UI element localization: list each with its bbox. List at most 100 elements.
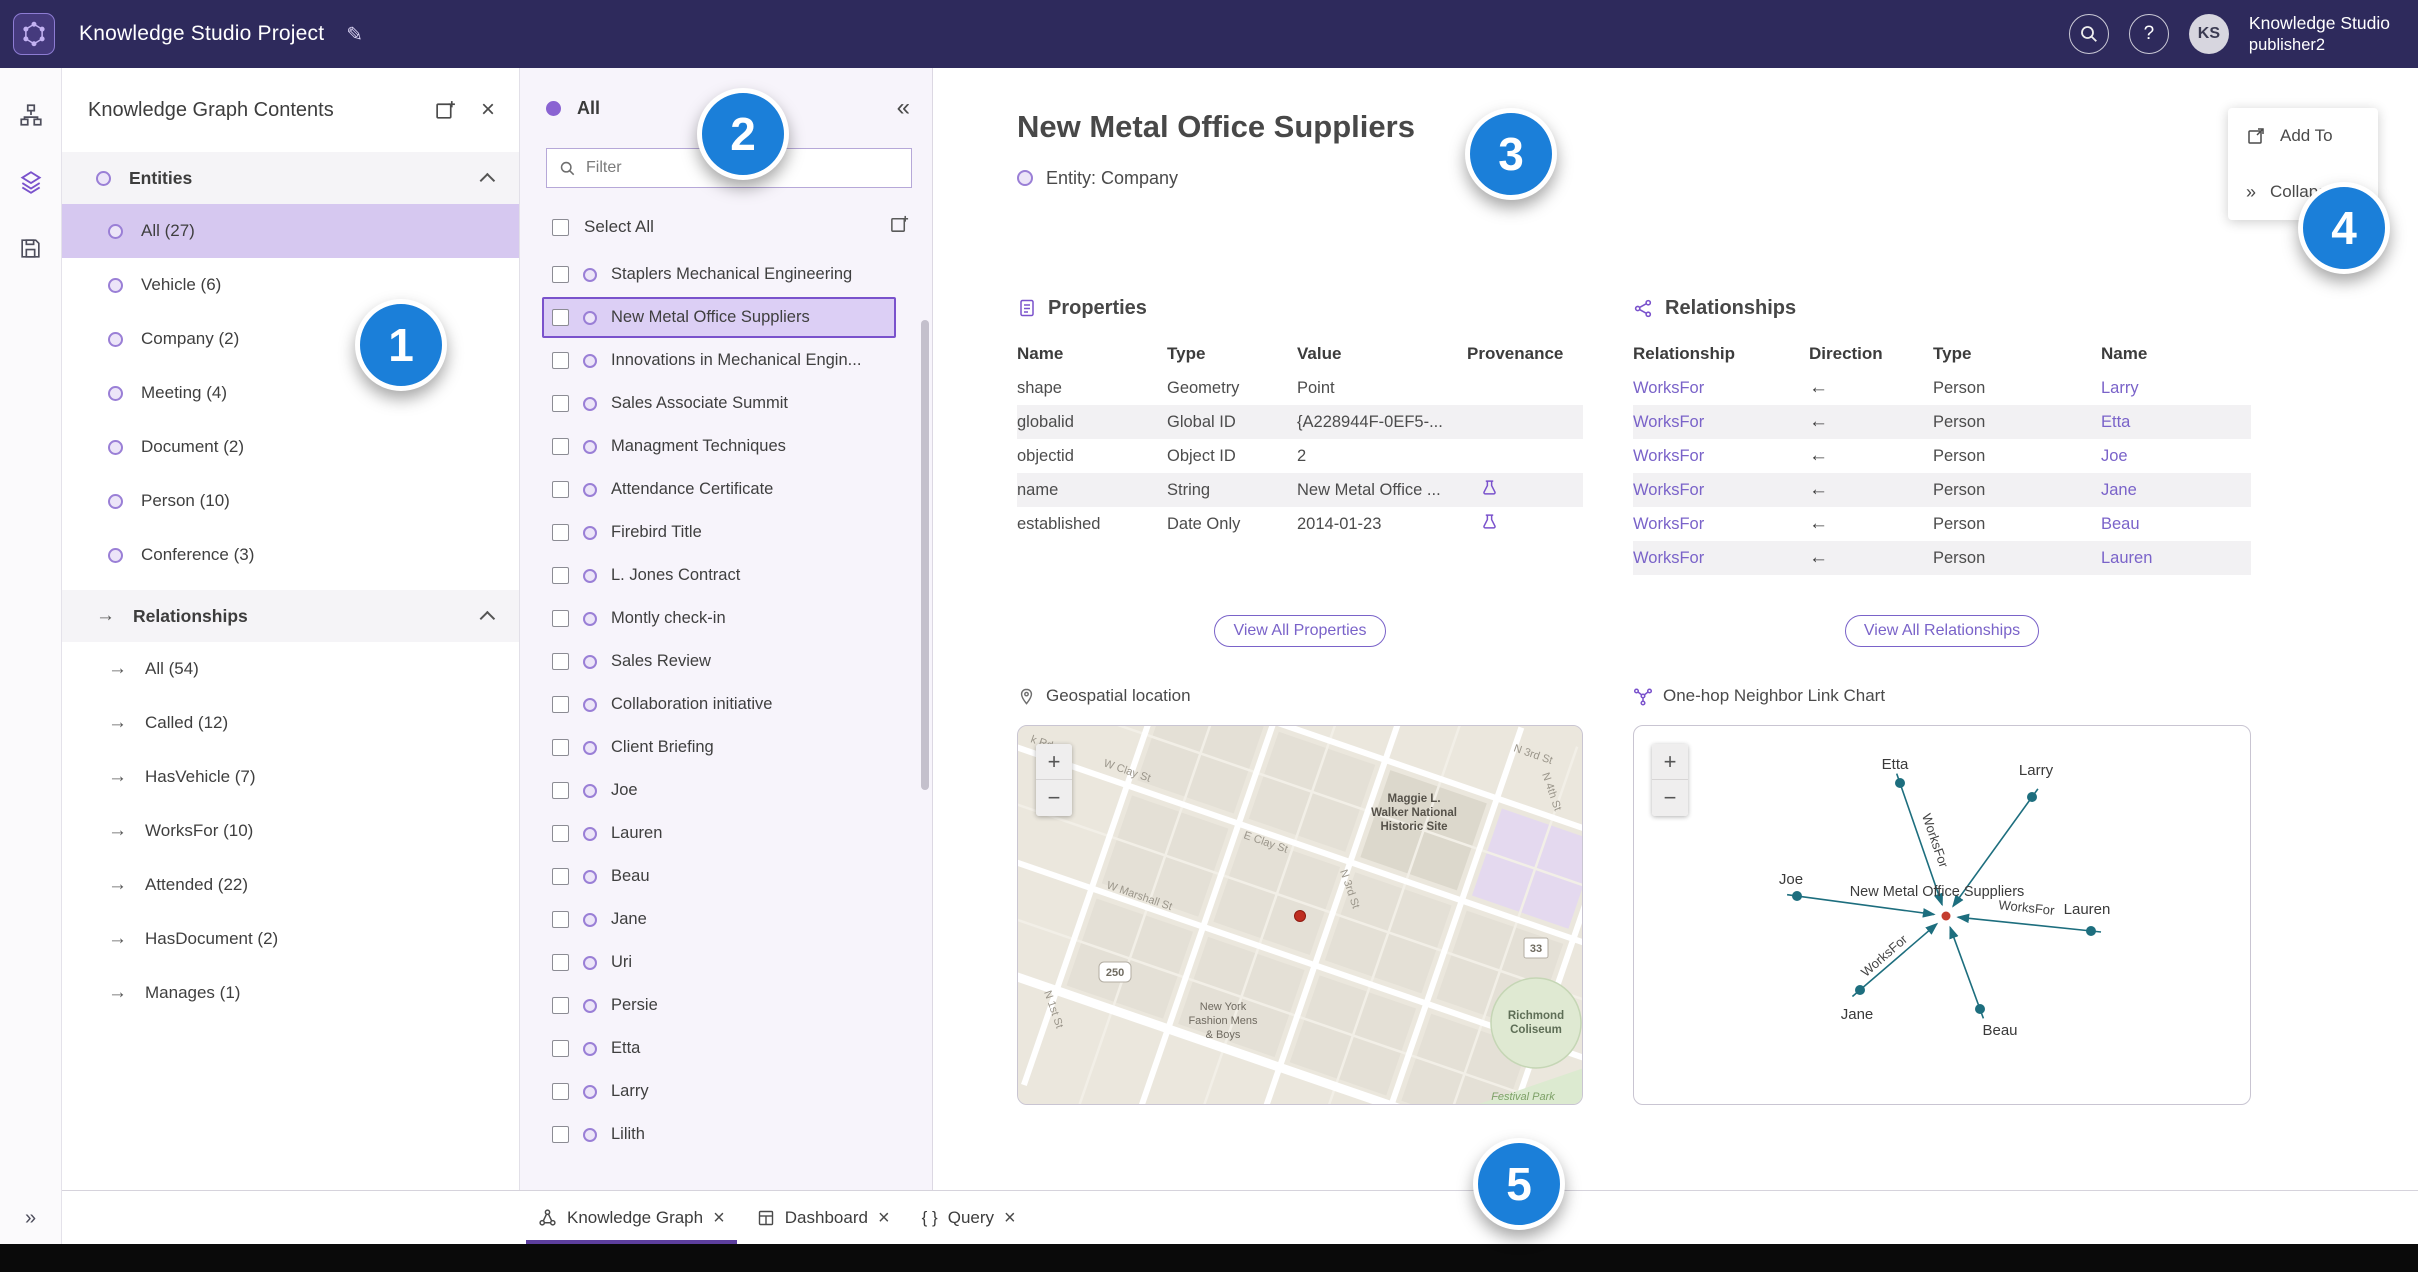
entity-filter-item[interactable]: Vehicle (6) <box>62 258 519 312</box>
zoom-out-button[interactable]: − <box>1652 780 1688 816</box>
item-checkbox[interactable] <box>552 1040 569 1057</box>
close-panel-icon[interactable]: × <box>481 98 495 122</box>
entity-list-item[interactable]: Innovations in Mechanical Engin... <box>520 339 932 382</box>
entity-list-item[interactable]: Lilith <box>520 1113 932 1156</box>
item-checkbox[interactable] <box>552 954 569 971</box>
provenance-flask-icon[interactable] <box>1481 513 1498 530</box>
tab-knowledge-graph[interactable]: Knowledge Graph × <box>522 1191 741 1244</box>
relationship-link[interactable]: WorksFor <box>1633 515 1809 534</box>
item-checkbox[interactable] <box>552 653 569 670</box>
entity-filter-item[interactable]: Document (2) <box>62 420 519 474</box>
item-checkbox[interactable] <box>552 868 569 885</box>
user-avatar[interactable]: KS <box>2188 14 2229 54</box>
entity-filter-item[interactable]: Conference (3) <box>62 528 519 582</box>
add-layer-button[interactable] <box>434 99 457 122</box>
related-entity-link[interactable]: Jane <box>2101 481 2251 500</box>
entity-list-item[interactable]: Persie <box>520 984 932 1027</box>
entity-list-item[interactable]: Sales Associate Summit <box>520 382 932 425</box>
entity-list-item[interactable]: Firebird Title <box>520 511 932 554</box>
relationship-filter-item[interactable]: → All (54) <box>62 642 519 696</box>
relationship-filter-item[interactable]: → Manages (1) <box>62 966 519 1020</box>
relationship-filter-item[interactable]: → WorksFor (10) <box>62 804 519 858</box>
save-icon[interactable] <box>18 236 43 266</box>
item-checkbox[interactable] <box>552 1083 569 1100</box>
project-hierarchy-icon[interactable] <box>18 102 44 133</box>
data-layers-icon[interactable] <box>18 169 44 200</box>
item-checkbox[interactable] <box>552 825 569 842</box>
item-checkbox[interactable] <box>552 610 569 627</box>
relationship-link[interactable]: WorksFor <box>1633 447 1809 466</box>
item-checkbox[interactable] <box>552 438 569 455</box>
related-entity-link[interactable]: Joe <box>2101 447 2251 466</box>
item-checkbox[interactable] <box>552 739 569 756</box>
tab-dashboard[interactable]: Dashboard × <box>741 1191 906 1244</box>
item-checkbox[interactable] <box>552 309 569 326</box>
item-checkbox[interactable] <box>552 395 569 412</box>
relationship-link[interactable]: WorksFor <box>1633 379 1809 398</box>
expand-rail-icon[interactable]: » <box>0 1207 61 1230</box>
provenance-flask-icon[interactable] <box>1481 479 1498 496</box>
item-checkbox[interactable] <box>552 997 569 1014</box>
entity-filter-item[interactable]: Meeting (4) <box>62 366 519 420</box>
view-all-relationships-button[interactable]: View All Relationships <box>1844 615 2040 647</box>
relationship-link[interactable]: WorksFor <box>1633 549 1809 568</box>
entity-list-item[interactable]: Montly check-in <box>520 597 932 640</box>
entity-filter-item[interactable]: All (27) <box>62 204 519 258</box>
entity-list-item[interactable]: Jane <box>520 898 932 941</box>
close-tab-icon[interactable]: × <box>1004 1208 1016 1228</box>
tab-query[interactable]: { } Query × <box>906 1191 1032 1244</box>
related-entity-link[interactable]: Lauren <box>2101 549 2251 568</box>
related-entity-link[interactable]: Beau <box>2101 515 2251 534</box>
scrollbar-thumb[interactable] <box>921 320 929 790</box>
entity-list-item[interactable]: Attendance Certificate <box>520 468 932 511</box>
zoom-out-button[interactable]: − <box>1036 780 1072 816</box>
item-checkbox[interactable] <box>552 567 569 584</box>
entity-filter-item[interactable]: Person (10) <box>62 474 519 528</box>
item-checkbox[interactable] <box>552 696 569 713</box>
entity-list-item[interactable]: Uri <box>520 941 932 984</box>
relationship-link[interactable]: WorksFor <box>1633 481 1809 500</box>
item-checkbox[interactable] <box>552 782 569 799</box>
center-node[interactable] <box>1941 911 1951 921</box>
zoom-in-button[interactable]: + <box>1652 744 1688 780</box>
entity-list-item[interactable]: Etta <box>520 1027 932 1070</box>
close-tab-icon[interactable]: × <box>878 1208 890 1228</box>
relationship-filter-item[interactable]: → Attended (22) <box>62 858 519 912</box>
entity-list-item[interactable]: New Metal Office Suppliers <box>520 296 932 339</box>
entities-section-header[interactable]: Entities <box>62 152 519 204</box>
zoom-in-button[interactable]: + <box>1036 744 1072 780</box>
entity-list-item[interactable]: Lauren <box>520 812 932 855</box>
entity-list-item[interactable]: Managment Techniques <box>520 425 932 468</box>
edit-title-icon[interactable]: ✎ <box>346 22 363 47</box>
close-tab-icon[interactable]: × <box>713 1208 725 1228</box>
related-entity-link[interactable]: Etta <box>2101 413 2251 432</box>
relationship-link[interactable]: WorksFor <box>1633 413 1809 432</box>
related-entity-link[interactable]: Larry <box>2101 379 2251 398</box>
item-checkbox[interactable] <box>552 524 569 541</box>
select-all-checkbox[interactable] <box>552 218 569 236</box>
item-checkbox[interactable] <box>552 911 569 928</box>
help-button[interactable]: ? <box>2128 14 2169 54</box>
view-all-properties-button[interactable]: View All Properties <box>1214 615 1386 647</box>
relationships-section-header[interactable]: → Relationships <box>62 590 519 642</box>
entity-list-item[interactable]: Joe <box>520 769 932 812</box>
entity-list-item[interactable]: Staplers Mechanical Engineering <box>520 253 932 296</box>
entity-filter-item[interactable]: Company (2) <box>62 312 519 366</box>
entity-list-item[interactable]: Beau <box>520 855 932 898</box>
item-checkbox[interactable] <box>552 481 569 498</box>
entity-list-item[interactable]: L. Jones Contract <box>520 554 932 597</box>
item-checkbox[interactable] <box>552 1126 569 1143</box>
item-checkbox[interactable] <box>552 352 569 369</box>
add-entity-button[interactable] <box>889 214 910 240</box>
search-button[interactable] <box>2068 14 2109 54</box>
entity-list-item[interactable]: Client Briefing <box>520 726 932 769</box>
entity-list-item[interactable]: Collaboration initiative <box>520 683 932 726</box>
relationship-filter-item[interactable]: → HasVehicle (7) <box>62 750 519 804</box>
add-to-button[interactable]: Add To <box>2228 108 2378 164</box>
entity-list-item[interactable]: Larry <box>520 1070 932 1113</box>
link-chart-canvas[interactable]: Etta Larry Joe Lauren Jane Beau New Meta… <box>1633 725 2251 1105</box>
map-canvas[interactable]: W Clay St E Clay St W Marshall St N 3rd … <box>1017 725 1583 1105</box>
relationship-filter-item[interactable]: → Called (12) <box>62 696 519 750</box>
item-checkbox[interactable] <box>552 266 569 283</box>
entity-list-item[interactable]: Sales Review <box>520 640 932 683</box>
